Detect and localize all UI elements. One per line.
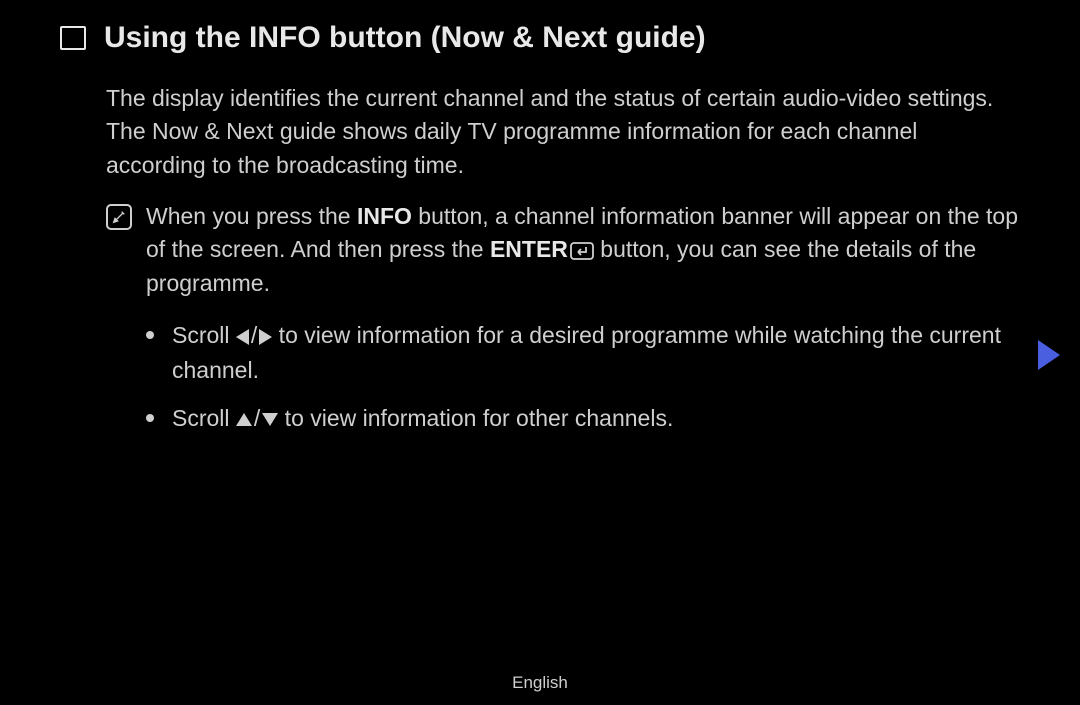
triangle-down-icon xyxy=(262,413,278,426)
b1-post: to view information for a desired progra… xyxy=(172,322,1001,383)
b2-post: to view information for other channels. xyxy=(278,405,673,431)
intro-line-2: The Now & Next guide shows daily TV prog… xyxy=(106,115,1020,182)
b2-pre: Scroll xyxy=(172,405,236,431)
intro-line-1: The display identifies the current chann… xyxy=(106,82,1020,115)
heading-row: Using the INFO button (Now & Next guide) xyxy=(60,20,1020,56)
manual-page: Using the INFO button (Now & Next guide)… xyxy=(0,0,1080,436)
footer-language: English xyxy=(0,673,1080,693)
bullet-item-2: Scroll / to view information for other c… xyxy=(146,401,1020,436)
note-icon xyxy=(106,204,132,230)
bullet-item-1: Scroll / to view information for a desir… xyxy=(146,318,1020,387)
triangle-up-icon xyxy=(236,413,252,426)
intro-paragraphs: The display identifies the current chann… xyxy=(106,82,1020,182)
next-page-arrow[interactable] xyxy=(1038,340,1060,370)
note-pre1: When you press the xyxy=(146,203,357,229)
info-button-label: INFO xyxy=(357,203,412,229)
slash-2: / xyxy=(252,405,262,431)
enter-button-label: ENTER xyxy=(490,236,568,262)
triangle-right-icon xyxy=(259,329,272,345)
body-block: The display identifies the current chann… xyxy=(60,82,1020,436)
enter-icon xyxy=(570,242,594,260)
note-block: When you press the INFO button, a channe… xyxy=(106,200,1020,300)
section-square-icon xyxy=(60,26,86,50)
note-text: When you press the INFO button, a channe… xyxy=(146,200,1020,300)
triangle-left-icon xyxy=(236,329,249,345)
bullet-list: Scroll / to view information for a desir… xyxy=(106,318,1020,436)
slash-1: / xyxy=(249,322,259,348)
page-title: Using the INFO button (Now & Next guide) xyxy=(104,20,706,56)
b1-pre: Scroll xyxy=(172,322,236,348)
